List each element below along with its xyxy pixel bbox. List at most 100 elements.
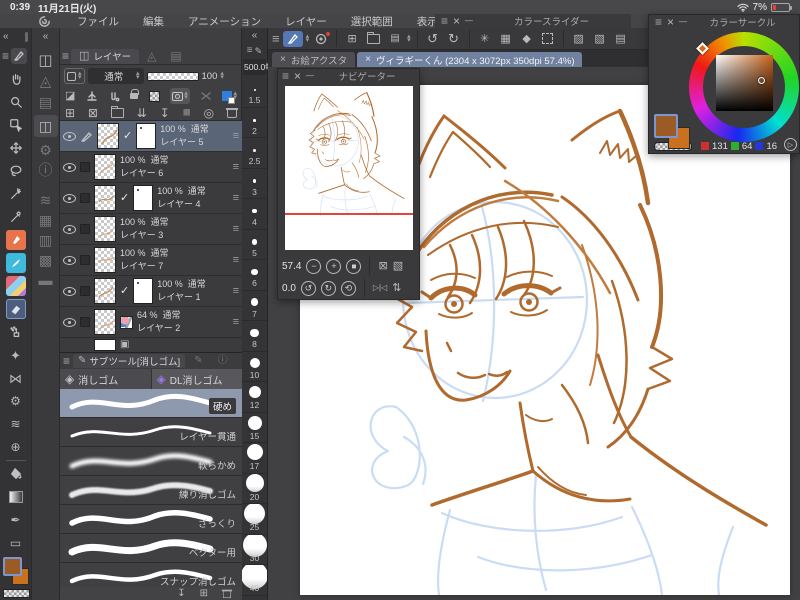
subtool-item-vector[interactable]: ベクター用 [60,534,242,563]
minimize-icon[interactable]: — [306,72,314,80]
menu-animation[interactable]: アニメーション [176,14,273,29]
app-logo[interactable] [38,15,51,28]
tab-subtool-info[interactable]: ⓘ [212,356,234,366]
fill-icon[interactable]: ◆ [518,31,536,47]
layer-menu-icon[interactable]: ≡ [233,192,239,204]
layer-mask-thumbnail[interactable] [136,123,157,149]
palette-subtool-icon[interactable]: ◫ [33,115,58,137]
tool-brush[interactable] [5,253,26,273]
clip-to-layer-icon[interactable]: ◪ [65,90,75,102]
layer-checkbox[interactable] [80,317,90,327]
ruler-range-icon[interactable] [200,90,212,102]
layer-row-4[interactable]: ✓ 100 % 通常 レイヤー 4 ≡ [60,183,242,214]
tool-decoration[interactable] [5,276,26,296]
lock-transparent-icon[interactable] [148,90,160,102]
tool-vector-pen[interactable]: ✒ [6,510,26,530]
brush-size-item[interactable]: 4 [242,199,267,230]
delete-layer-icon[interactable] [225,107,238,118]
layer-thumbnail[interactable] [97,123,119,149]
transform-icon[interactable] [539,31,557,47]
ruler-icon[interactable] [86,90,98,102]
close-tab-icon[interactable]: × [365,54,371,65]
layer-checkbox[interactable] [80,162,90,172]
visibility-icon[interactable] [63,317,76,327]
new-folder-icon[interactable] [110,105,124,118]
new-canvas-icon[interactable]: ⊞ [343,31,361,47]
brush-size-item[interactable]: 2 [242,108,267,138]
fit-to-screen-icon[interactable]: ⊠ [378,260,387,272]
tab-layer-comp[interactable]: ◬ [141,50,162,62]
tool-pen[interactable] [5,230,26,250]
zoom-in-button[interactable]: + [326,258,342,274]
current-tool-icon[interactable] [11,48,28,64]
brush-size-item[interactable]: 25 [242,504,267,535]
toolbar-menu-icon[interactable]: ≡ [2,50,9,62]
tool-fill[interactable] [6,464,26,484]
tool-correct-line[interactable]: ⚙ [6,391,26,411]
hue-marker[interactable] [696,42,709,55]
layer-row-1[interactable]: ✓ 100 % 通常 レイヤー 1 ≡ [60,276,242,307]
menu-edit[interactable]: 編集 [131,14,176,29]
visibility-icon[interactable] [63,224,76,234]
close-icon[interactable]: × [667,16,674,28]
zoom-out-button[interactable]: − [306,258,322,274]
mask-link-check[interactable]: ✓ [120,285,129,297]
main-color-swatch[interactable] [3,557,22,576]
palette-layers-icon[interactable]: ◫ [38,53,52,68]
close-icon[interactable]: × [453,15,460,27]
brush-size-item[interactable] [242,596,267,600]
tool-move[interactable] [6,138,26,158]
menu-layer[interactable]: レイヤー [273,14,339,29]
subtool-menu-icon[interactable]: ≡ [63,355,70,367]
layer-row-3[interactable]: 100 % 通常 レイヤー 3 ≡ [60,214,242,245]
tab-layer[interactable]: ◫ レイヤー [71,48,140,64]
brush-size-item[interactable]: 12 [242,382,267,413]
layer-row-7[interactable]: 100 % 通常 レイヤー 7 ≡ [60,245,242,276]
tool-airbrush[interactable] [6,322,26,342]
delete-subtool-icon[interactable] [221,589,233,599]
brush-size-value-box[interactable]: 500.0 ▴▾ [243,59,269,75]
two-finger-gesture-icon[interactable] [108,90,120,102]
layer-menu-icon[interactable]: ≡ [233,130,239,142]
layer-menu-icon[interactable]: ≡ [233,316,239,328]
register-subtool-icon[interactable]: ↧ [177,588,185,599]
navigator-thumbnail[interactable] [285,86,413,250]
visibility-icon[interactable] [63,255,76,265]
menu-selection[interactable]: 選択範囲 [339,14,405,29]
close-icon[interactable]: × [294,70,301,82]
layer-checkbox[interactable] [80,193,90,203]
brush-size-item[interactable]: 30 [242,534,267,565]
merge-down-icon[interactable]: ⇊ [137,107,147,119]
tool-stepper[interactable]: ▴ ▾ [306,33,310,44]
layer-thumbnail[interactable] [94,278,116,304]
collapse-dock-icon[interactable]: « [43,31,49,42]
layer-color-button[interactable]: ▴▾ [222,90,237,104]
minimize-icon[interactable]: — [679,18,687,26]
layer-menu-icon[interactable]: ≡ [233,254,239,266]
palette-tool-property-icon[interactable]: ⚙ [39,143,52,157]
brush-size-item[interactable]: 7 [242,291,267,321]
rotate-left-button[interactable]: ↺ [300,280,316,296]
close-tab-icon[interactable]: × [280,54,286,65]
brush-size-item[interactable]: 3 [242,169,267,199]
visibility-icon[interactable] [63,286,76,296]
layer-menu-icon[interactable]: ≡ [233,161,239,173]
paper-layer-thumbnail[interactable] [94,339,116,351]
palette-color-button[interactable]: ▴ ▾ [64,68,85,84]
brush-size-item[interactable]: 6 [242,260,267,291]
enable-mask-button[interactable]: ▴ ▾ [170,88,190,104]
tool-operate[interactable] [6,115,26,135]
active-tool-button[interactable] [282,30,303,47]
menu-file[interactable]: ファイル [65,14,131,29]
subtool-item-rough[interactable]: ざっくり [60,505,242,534]
palette-information-icon[interactable]: ⓘ [39,163,53,177]
blend-mode-dropdown[interactable]: 通常 ▴ ▾ [87,68,144,84]
palette-animation-icon[interactable]: ▬ [39,273,53,287]
zoom-reset-button[interactable]: ◼ [346,258,362,274]
visibility-icon[interactable] [63,162,76,172]
tool-blend[interactable]: ≋ [6,414,26,434]
palette-timeline-icon[interactable]: ▥ [39,233,52,247]
brush-size-item[interactable]: 17 [242,443,267,474]
tool-balloon[interactable]: ⊕ [6,437,26,457]
layer-checkbox[interactable] [80,255,90,265]
